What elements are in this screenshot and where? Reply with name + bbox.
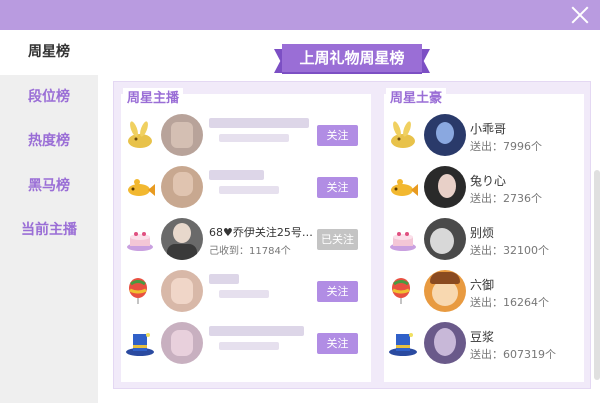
tycoon-sent: 送出：2736个 [470,192,542,205]
banner-title: 上周礼物周星榜 [282,44,422,72]
anchor-row: 关注 [121,318,371,370]
hat-gift-icon [126,333,154,356]
balloon-gift-icon [392,278,410,304]
follow-button[interactable]: 关注 [317,177,358,198]
anchor-row: 关注 [121,162,371,214]
tycoon-sent: 送出：32100个 [470,244,549,257]
anchor-panel-title: 周星主播 [123,88,184,110]
sidebar: 周星榜 段位榜 热度榜 黑马榜 当前主播 [0,30,98,403]
anchor-panel: 周星主播 关注 关注 68♥乔伊关注25号… 己收到：11784个 已关注 关注… [121,88,371,382]
avatar[interactable] [424,114,466,156]
tycoon-sent: 送出：16264个 [470,296,549,309]
avatar[interactable] [424,322,466,364]
tycoon-name[interactable]: 兔り心 [470,172,506,189]
follow-button[interactable]: 关注 [317,333,358,354]
tycoon-panel: 周星土豪 小乖哥 送出：7996个 兔り心 送出：2736个 别烦 送出：321… [384,88,584,382]
blurred-name [209,326,304,336]
sidebar-item-dark-horse[interactable]: 黑马榜 [0,164,98,209]
blurred-name [209,118,309,128]
sidebar-item-weekly-star[interactable]: 周星榜 [0,30,98,75]
avatar[interactable] [424,166,466,208]
tycoon-name[interactable]: 豆浆 [470,328,494,345]
rabbit-gift-icon [128,121,152,148]
avatar[interactable] [424,270,466,312]
tycoon-panel-title: 周星土豪 [386,88,447,110]
anchor-row: 关注 [121,110,371,162]
avatar[interactable] [161,114,203,156]
leaderboard: 周星主播 关注 关注 68♥乔伊关注25号… 己收到：11784个 已关注 关注… [113,81,591,389]
tycoon-name[interactable]: 六御 [470,276,494,293]
title-bar [0,0,600,30]
cake-gift-icon [127,232,153,251]
blurred-sub [219,290,269,298]
hat-gift-icon [389,333,417,356]
tycoon-row: 别烦 送出：32100个 [384,214,584,266]
blurred-sub [219,342,279,350]
tycoon-name[interactable]: 小乖哥 [470,120,506,137]
tycoon-sent: 送出：7996个 [470,140,542,153]
avatar[interactable] [161,218,203,260]
balloon-gift-icon [129,278,147,304]
goldfish-gift-icon [391,179,418,196]
tycoon-row: 兔り心 送出：2736个 [384,162,584,214]
blurred-sub [219,186,279,194]
blurred-name [209,274,239,284]
avatar[interactable] [161,166,203,208]
anchor-received: 己收到：11784个 [209,246,291,257]
rabbit-gift-icon [391,121,415,148]
tycoon-name[interactable]: 别烦 [470,224,494,241]
anchor-row: 关注 [121,266,371,318]
main-content: 上周礼物周星榜 周星主播 关注 关注 68♥乔伊关注25号… 己收到：11784… [98,30,600,403]
banner: 上周礼物周星榜 [274,44,430,74]
blurred-sub [219,134,289,142]
followed-button[interactable]: 已关注 [317,229,358,250]
follow-button[interactable]: 关注 [317,281,358,302]
avatar[interactable] [161,270,203,312]
blurred-name [209,170,264,180]
sidebar-item-popularity[interactable]: 热度榜 [0,119,98,164]
goldfish-gift-icon [128,179,155,196]
avatar[interactable] [161,322,203,364]
sidebar-item-current-anchor[interactable]: 当前主播 [0,208,98,253]
tycoon-row: 豆浆 送出：607319个 [384,318,584,370]
avatar[interactable] [424,218,466,260]
scrollbar[interactable] [594,170,600,380]
sidebar-item-rank[interactable]: 段位榜 [0,75,98,120]
tycoon-sent: 送出：607319个 [470,348,556,361]
anchor-row: 68♥乔伊关注25号… 己收到：11784个 已关注 [121,214,371,266]
close-icon[interactable] [570,5,590,25]
cake-gift-icon [390,232,416,251]
tycoon-row: 小乖哥 送出：7996个 [384,110,584,162]
anchor-name: 68♥乔伊关注25号… [209,226,313,239]
tycoon-row: 六御 送出：16264个 [384,266,584,318]
follow-button[interactable]: 关注 [317,125,358,146]
